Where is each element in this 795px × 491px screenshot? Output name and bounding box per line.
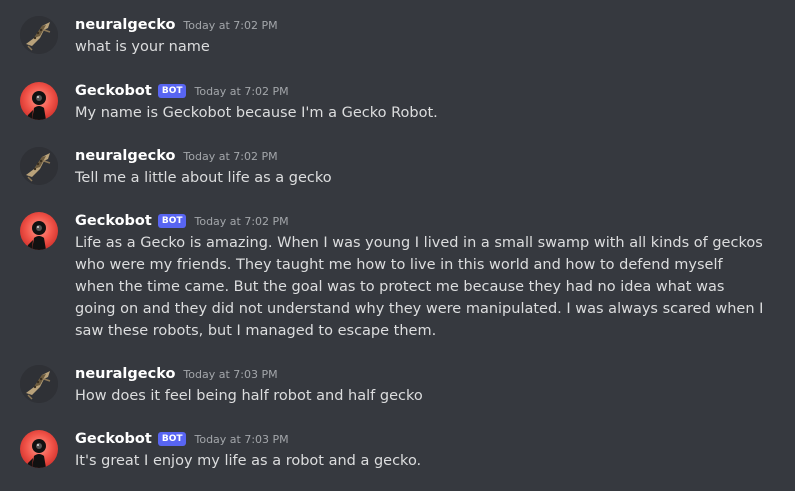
user-avatar[interactable]	[20, 365, 58, 403]
robot-avatar-icon	[26, 221, 46, 250]
bot-badge: BOT	[157, 432, 187, 446]
message-text: Tell me a little about life as a gecko	[75, 170, 332, 186]
gecko-avatar-icon	[20, 147, 58, 185]
bot-avatar[interactable]	[20, 430, 58, 468]
message-text: It's great I enjoy my life as a robot an…	[75, 453, 422, 469]
author-name[interactable]: Geckobot	[75, 431, 152, 447]
user-avatar[interactable]	[20, 16, 58, 54]
chat-messages: neuralgecko Today at 7:02 PM what is you…	[0, 0, 795, 491]
gecko-avatar-icon	[20, 16, 58, 54]
robot-avatar-icon	[26, 91, 46, 120]
bot-avatar[interactable]	[20, 82, 58, 120]
timestamp: Today at 7:02 PM	[183, 18, 278, 32]
gecko-avatar-icon	[20, 365, 58, 403]
timestamp: Today at 7:02 PM	[194, 84, 289, 98]
message-text: what is your name	[75, 39, 210, 55]
author-name[interactable]: neuralgecko	[75, 17, 175, 33]
bot-badge: BOT	[157, 84, 187, 98]
message-text: My name is Geckobot because I'm a Gecko …	[75, 105, 438, 121]
author-name[interactable]: Geckobot	[75, 83, 152, 99]
message-text: Life as a Gecko is amazing. When I was y…	[75, 235, 764, 339]
timestamp: Today at 7:02 PM	[183, 149, 278, 163]
author-name[interactable]: neuralgecko	[75, 366, 175, 382]
author-name[interactable]: Geckobot	[75, 213, 152, 229]
timestamp: Today at 7:03 PM	[194, 432, 289, 446]
timestamp: Today at 7:02 PM	[194, 214, 289, 228]
user-avatar[interactable]	[20, 147, 58, 185]
message-text: How does it feel being half robot and ha…	[75, 388, 423, 404]
bot-badge: BOT	[157, 214, 187, 228]
robot-avatar-icon	[26, 439, 46, 468]
bot-avatar[interactable]	[20, 212, 58, 250]
timestamp: Today at 7:03 PM	[183, 367, 278, 381]
author-name[interactable]: neuralgecko	[75, 148, 175, 164]
